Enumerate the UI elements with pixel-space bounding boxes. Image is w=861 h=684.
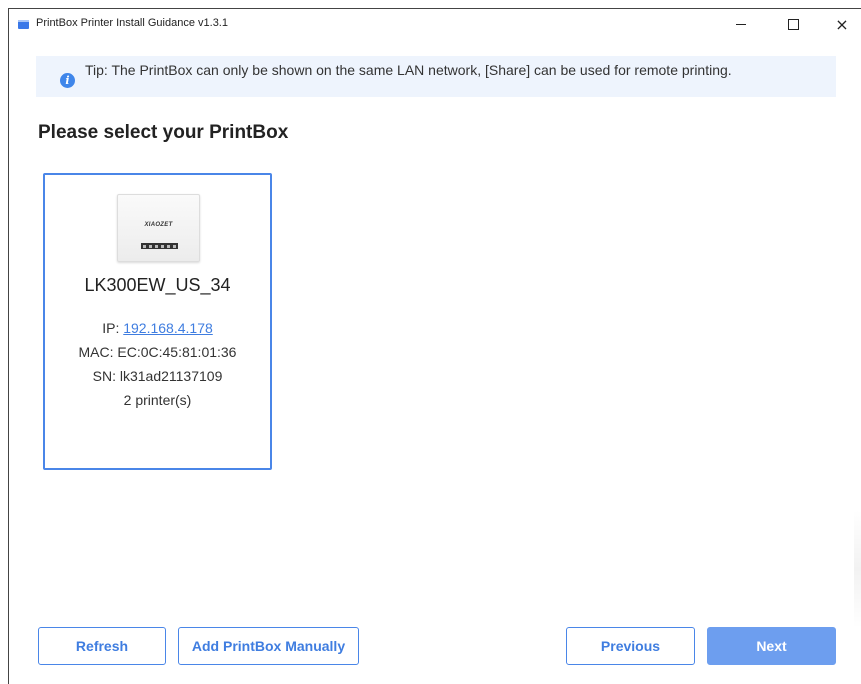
device-sn: SN: lk31ad21137109 xyxy=(92,368,223,384)
add-printbox-manually-button[interactable]: Add PrintBox Manually xyxy=(178,627,359,665)
tip-banner: i Tip: The PrintBox can only be shown on… xyxy=(36,56,836,97)
installer-window: PrintBox Printer Install Guidance v1.3.1… xyxy=(8,8,861,684)
maximize-button[interactable] xyxy=(771,9,815,39)
device-mac: MAC: EC:0C:45:81:01:36 xyxy=(78,344,237,360)
page-title: Please select your PrintBox xyxy=(38,122,289,143)
printbox-card[interactable]: XIAOZET LK300EW_US_34 IP: 192.168.4.178 … xyxy=(43,173,272,470)
scroll-edge xyxy=(854,509,861,629)
maximize-icon xyxy=(787,18,799,30)
device-logo: XIAOZET xyxy=(144,222,173,228)
previous-button[interactable]: Previous xyxy=(566,627,695,665)
device-name: LK300EW_US_34 xyxy=(84,275,231,295)
close-button[interactable]: × xyxy=(820,9,861,39)
close-icon: × xyxy=(835,14,849,34)
device-ip-label: IP: xyxy=(102,320,124,336)
refresh-button[interactable]: Refresh xyxy=(38,627,166,665)
tip-text: Tip: The PrintBox can only be shown on t… xyxy=(85,62,732,78)
minimize-icon xyxy=(736,23,746,25)
minimize-button[interactable] xyxy=(719,9,763,39)
device-ip: IP: 192.168.4.178 xyxy=(45,320,270,336)
device-ip-link[interactable]: 192.168.4.178 xyxy=(123,320,213,336)
device-printer-count: 2 printer(s) xyxy=(123,392,192,408)
window-title: PrintBox Printer Install Guidance v1.3.1 xyxy=(36,17,228,29)
title-bar[interactable]: PrintBox Printer Install Guidance v1.3.1… xyxy=(9,9,861,39)
info-icon: i xyxy=(60,73,75,88)
device-ports xyxy=(141,243,178,249)
app-icon xyxy=(18,20,29,29)
next-button[interactable]: Next xyxy=(707,627,836,665)
printbox-device-image: XIAOZET xyxy=(117,194,200,262)
